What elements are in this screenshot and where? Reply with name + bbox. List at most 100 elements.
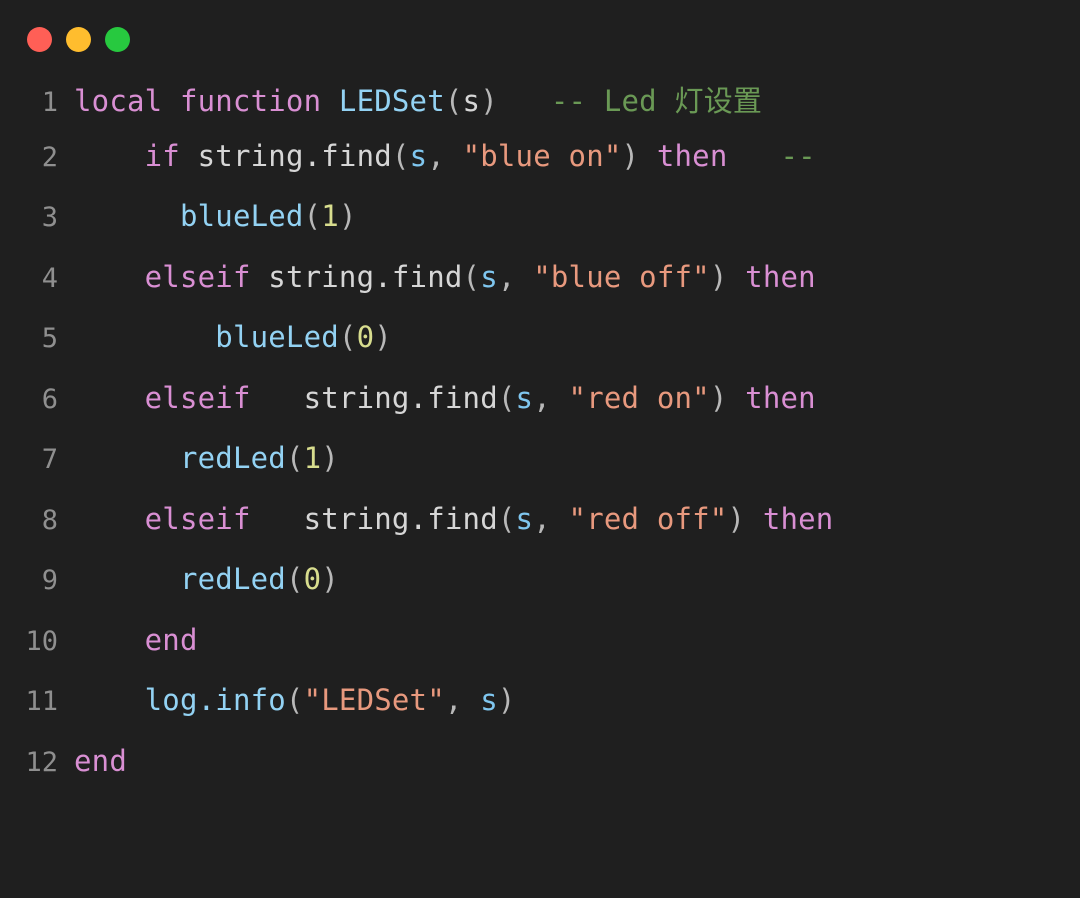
code-line-text: if string.find(s, "blue on") then -- [58, 139, 816, 173]
code-token-kw: if [144, 138, 180, 173]
code-token-punc: ) [321, 562, 339, 596]
maximize-dot[interactable] [105, 26, 130, 52]
code-line[interactable]: 6 elseif string.find(s, "red on") then [14, 381, 1070, 442]
code-token-punc: , [427, 138, 463, 173]
code-token-punc: ) [709, 380, 728, 415]
code-line[interactable]: 1 local function LEDSet(s) -- Led 灯设置 [14, 78, 1070, 139]
code-line[interactable]: 5 blueLed(0) [14, 320, 1070, 381]
line-number: 2 [41, 141, 58, 173]
code-line[interactable]: 11 log.info("LEDSet", s) [14, 683, 1070, 744]
close-dot[interactable] [27, 26, 52, 52]
code-token-kw: end [144, 622, 198, 657]
code-line[interactable]: 3 blueLed(1) [14, 199, 1070, 260]
code-token-str: "LEDSet" [303, 683, 445, 717]
code-token-cmt: -- [780, 138, 816, 173]
code-token-kw: then [745, 380, 816, 415]
code-line[interactable]: 2 if string.find(s, "blue on") then -- [14, 139, 1070, 200]
code-token-punc: ( [303, 199, 322, 233]
line-number: 4 [41, 262, 58, 294]
code-line[interactable]: 4 elseif string.find(s, "blue off") then [14, 260, 1070, 321]
line-number: 10 [25, 625, 58, 657]
code-token-punc: ( [497, 380, 516, 415]
code-line-text: elseif string.find(s, "red on") then [58, 381, 816, 415]
code-token-fn: LEDSet [338, 84, 445, 118]
code-token-var: s [409, 138, 428, 173]
code-token-kw: then [762, 501, 834, 536]
line-number: 7 [41, 444, 58, 475]
code-line-text: redLed(0) [58, 562, 339, 596]
code-line[interactable]: 7 redLed(1) [14, 441, 1070, 502]
code-token-kw: then [745, 259, 816, 294]
code-token-kw: elseif [144, 259, 251, 294]
code-token-punc: , [444, 683, 481, 717]
line-number: 8 [41, 504, 58, 536]
code-token-kw: elseif [144, 501, 251, 536]
code-line-text: elseif string.find(s, "red off") then [58, 501, 834, 536]
code-token-punc: ( [497, 501, 516, 536]
code-token-fn: blueLed [215, 320, 339, 354]
code-token-punc: ( [285, 562, 304, 596]
line-number: 5 [41, 323, 58, 354]
code-token-var: s [480, 683, 498, 717]
code-token-str: "red on" [568, 380, 710, 415]
code-line[interactable]: 10 end [14, 623, 1070, 684]
code-token-plain: string.find [197, 138, 392, 173]
code-token-punc: , [533, 501, 569, 536]
code-token-punc: ) [374, 320, 392, 354]
code-line-text: redLed(1) [58, 441, 339, 475]
line-number: 3 [41, 202, 58, 233]
code-token-punc: ) [709, 259, 728, 294]
code-token-punc: ( [444, 84, 463, 118]
code-token-kw: local function [74, 84, 339, 118]
code-token-punc: ) [338, 199, 357, 233]
code-token-num: 0 [303, 562, 322, 596]
code-line-text: local function LEDSet(s) -- Led 灯设置 [58, 78, 762, 120]
code-token-punc: ) [321, 441, 339, 475]
code-token-str: "blue on" [462, 138, 622, 173]
line-number: 11 [25, 686, 58, 717]
code-line[interactable]: 12 end [14, 744, 1070, 805]
code-token-var: s [480, 259, 498, 294]
minimize-dot[interactable] [66, 26, 91, 52]
code-token-fn: blueLed [179, 199, 304, 233]
code-token-str: "red off" [568, 501, 728, 536]
code-token-cmt: -- Led [550, 84, 675, 118]
code-token-cjk: 灯设置 [674, 84, 763, 118]
code-token-num: 0 [356, 320, 375, 354]
code-token-var: s [515, 501, 534, 536]
code-line[interactable]: 8 elseif string.find(s, "red off") then [14, 502, 1070, 563]
code-editor[interactable]: 1 local function LEDSet(s) -- Led 灯设置 2 if… [0, 78, 1080, 804]
line-number: 9 [41, 565, 58, 596]
code-token-punc: ( [338, 320, 357, 354]
code-token-punc: ( [462, 259, 481, 294]
code-line-text: end [58, 744, 127, 778]
code-token-fn: log.info [144, 683, 286, 717]
code-token-punc: ( [391, 138, 410, 173]
code-token-num: 1 [303, 441, 322, 475]
code-line[interactable]: 9 redLed(0) [14, 562, 1070, 623]
line-number: 1 [41, 87, 58, 118]
code-token-punc: ) [727, 501, 746, 536]
code-token-fn: redLed [179, 562, 286, 596]
code-token-kw: then [656, 138, 728, 173]
code-token-plain: string.find [303, 501, 498, 536]
code-token-var: s [515, 380, 534, 415]
code-token-plain: string.find [268, 259, 463, 294]
code-token-punc: ( [285, 683, 304, 717]
